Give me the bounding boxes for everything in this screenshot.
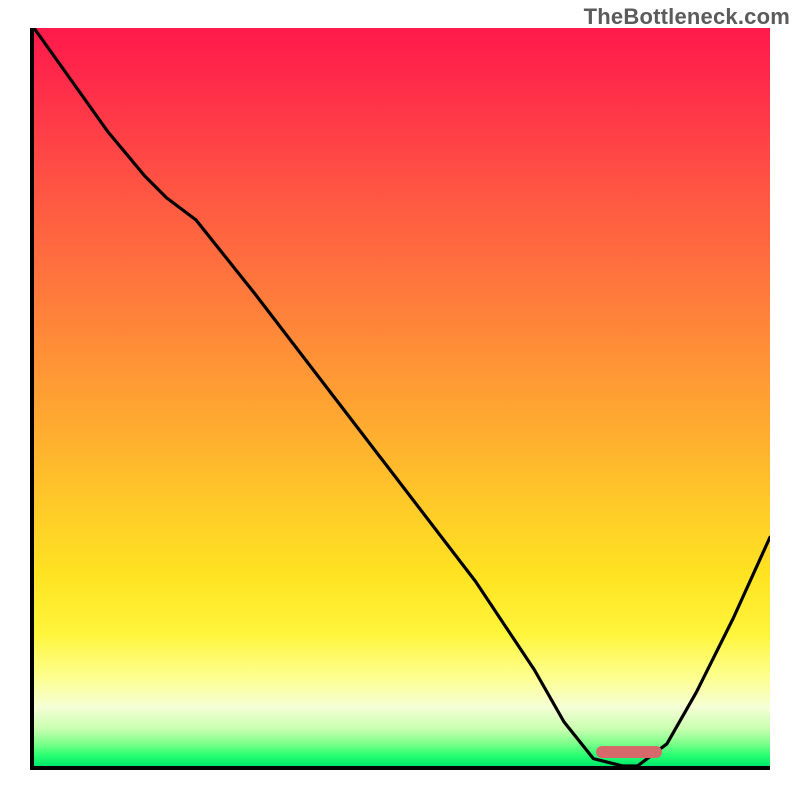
minimum-marker (596, 746, 662, 758)
plot-area (30, 28, 770, 770)
chart-frame: TheBottleneck.com (0, 0, 800, 800)
watermark-text: TheBottleneck.com (584, 4, 790, 30)
curve-svg (34, 28, 770, 766)
bottleneck-curve (34, 28, 770, 766)
